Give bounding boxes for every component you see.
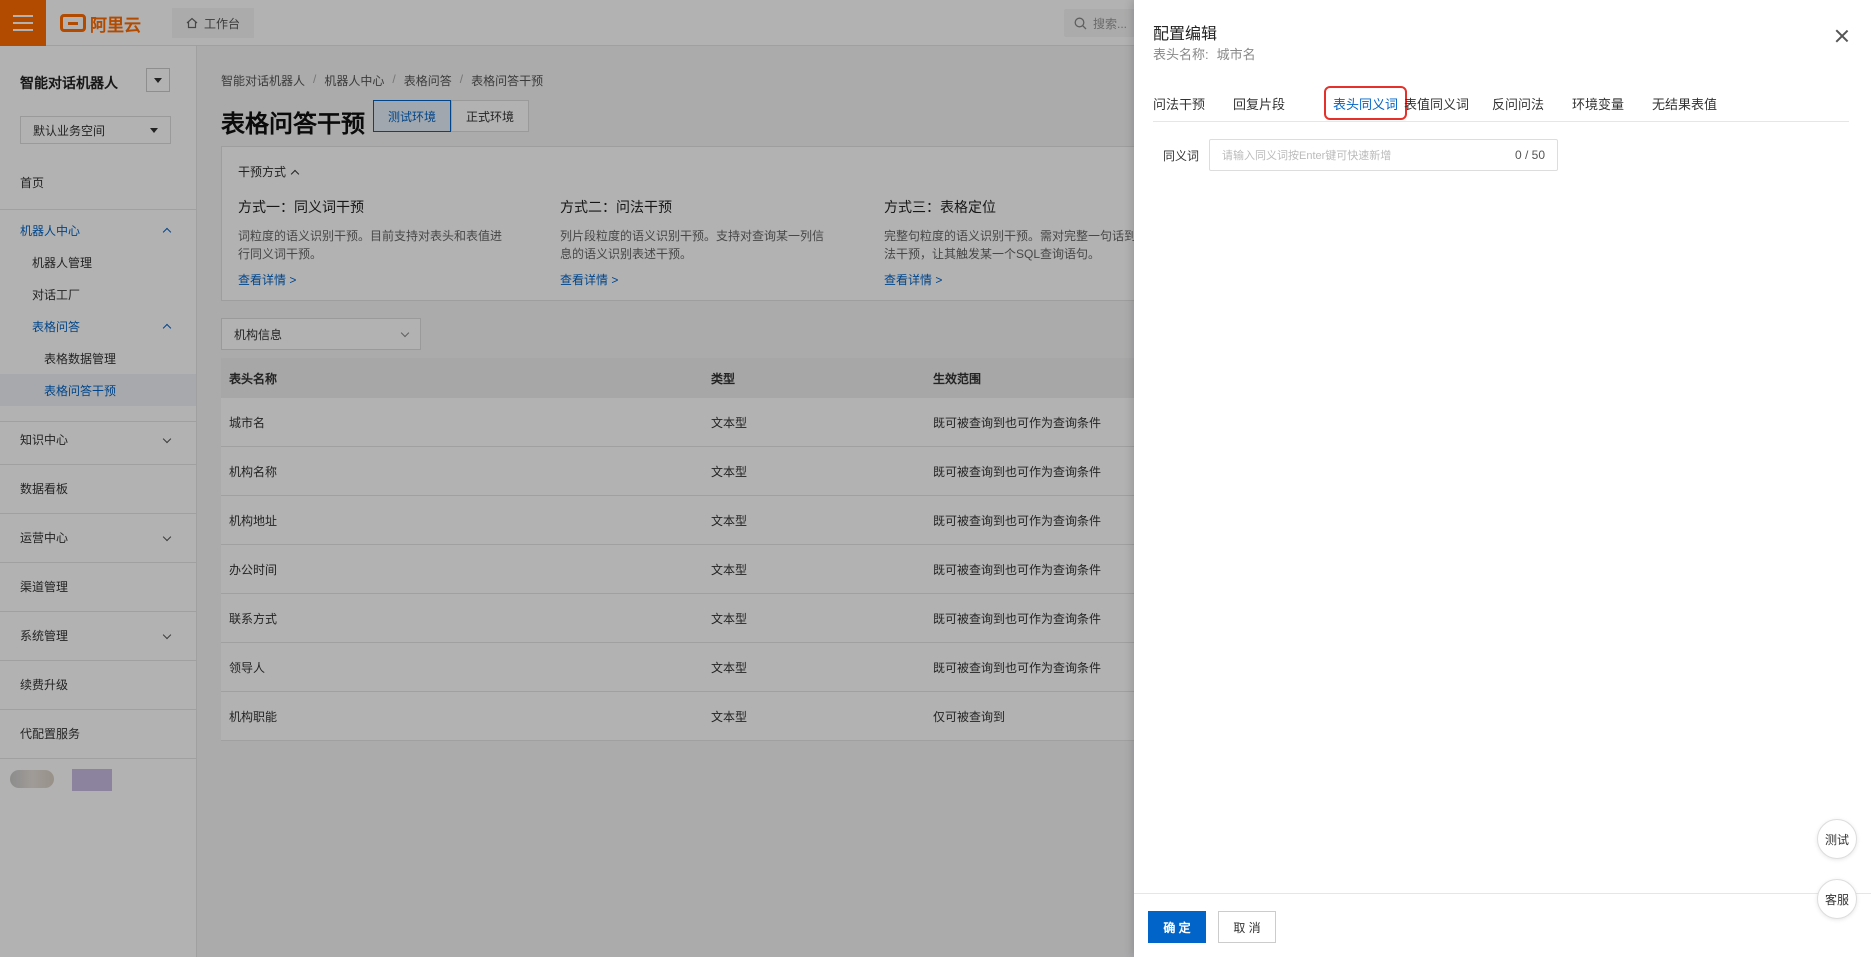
synonym-label: 同义词 bbox=[1163, 149, 1200, 163]
cancel-button[interactable]: 取 消 bbox=[1218, 911, 1276, 943]
synonym-input[interactable]: 请输入同义词按Enter键可快速新增 0 / 50 bbox=[1209, 139, 1558, 171]
drawer-tabs: 问法干预 回复片段 表头同义词 表值同义词 反问问法 环境变量 无结果表值 bbox=[1153, 86, 1849, 122]
service-float-button[interactable]: 客服 bbox=[1817, 879, 1857, 919]
header-name-value: 城市名 bbox=[1216, 47, 1256, 62]
header-name-label: 表头名称: bbox=[1153, 47, 1209, 62]
tab-counter-question[interactable]: 反问问法 bbox=[1492, 88, 1544, 118]
test-float-button[interactable]: 测试 bbox=[1817, 819, 1857, 859]
tab-question-intervention[interactable]: 问法干预 bbox=[1153, 88, 1205, 118]
synonym-placeholder: 请输入同义词按Enter键可快速新增 bbox=[1222, 150, 1392, 162]
drawer-footer: 确 定 取 消 bbox=[1134, 893, 1871, 957]
close-icon[interactable] bbox=[1834, 28, 1850, 44]
drawer-subtitle: 表头名称: 城市名 bbox=[1153, 44, 1256, 63]
modal-mask[interactable] bbox=[0, 0, 1134, 957]
tab-value-synonym[interactable]: 表值同义词 bbox=[1404, 88, 1469, 118]
tab-header-synonym[interactable]: 表头同义词 bbox=[1324, 86, 1408, 120]
tab-reply-fragment[interactable]: 回复片段 bbox=[1233, 88, 1285, 118]
confirm-button[interactable]: 确 定 bbox=[1148, 911, 1206, 943]
tab-env-variable[interactable]: 环境变量 bbox=[1572, 88, 1624, 118]
tab-no-result-value[interactable]: 无结果表值 bbox=[1652, 88, 1717, 118]
synonym-count: 0 / 50 bbox=[1514, 148, 1545, 162]
drawer-title: 配置编辑 bbox=[1153, 26, 1218, 43]
config-edit-drawer: 配置编辑 表头名称: 城市名 问法干预 回复片段 表头同义词 表值同义词 反问问… bbox=[1134, 0, 1871, 957]
